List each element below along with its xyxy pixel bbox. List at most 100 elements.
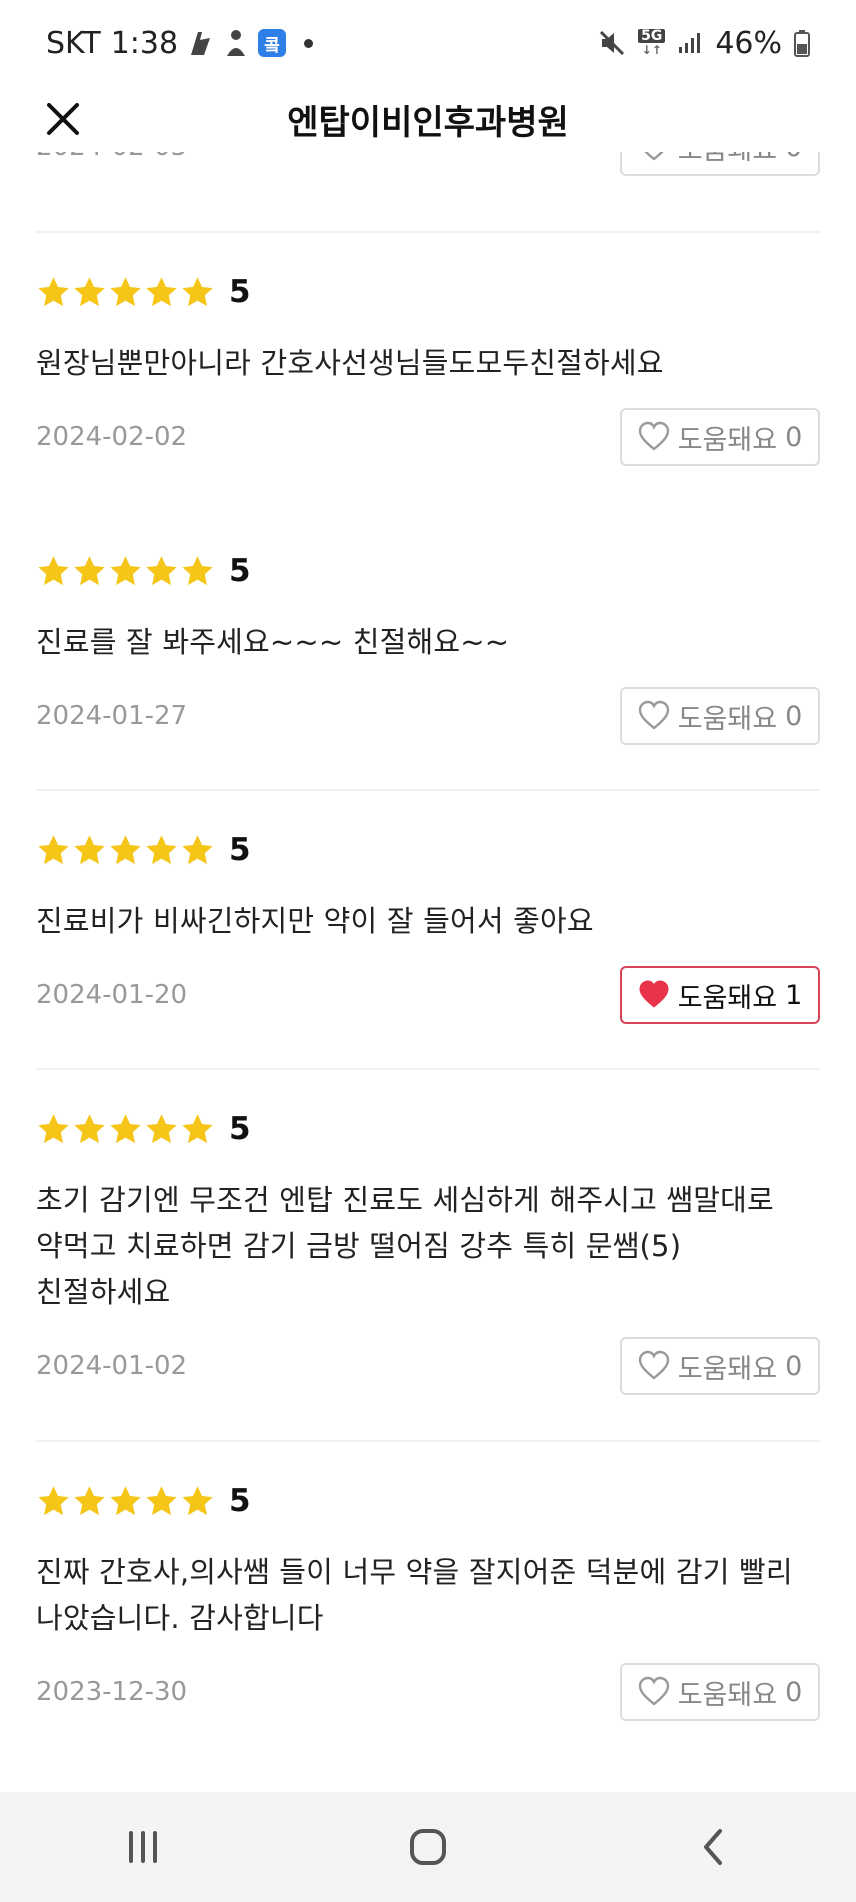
star-icon (38, 1113, 69, 1143)
heart-filled-icon (639, 980, 669, 1008)
heart-outline-icon (644, 152, 664, 161)
helpful-label: 도움돼요 (677, 424, 778, 456)
rating-row: 5 (36, 828, 820, 872)
review-date: 2024-01-20 (36, 980, 188, 1010)
star-icon (110, 834, 141, 864)
review-item: 5 진료비가 비싸긴하지만 약이 잘 들어서 좋아요 2024-01-20 도움… (36, 828, 820, 1024)
rating-row: 5 (36, 1107, 820, 1151)
person-icon (224, 28, 248, 58)
helpful-count: 0 (785, 1676, 803, 1708)
helpful-count: 0 (785, 421, 803, 453)
page-title: 엔탑이비인후과병원 (287, 102, 569, 143)
review-list[interactable]: 2024-02-03 도움돼요 0 5 원장님뿐만아니라 간호사선생님들도모두친… (0, 152, 856, 1792)
star-icon (182, 1485, 213, 1515)
star-rating (36, 1484, 215, 1519)
star-icon (146, 276, 177, 306)
rating-score: 5 (229, 553, 251, 589)
rating-row: 5 (36, 270, 820, 314)
star-icon (110, 1113, 141, 1143)
recent-apps-button[interactable] (103, 1807, 183, 1887)
star-icon (146, 555, 177, 585)
review-meta: 2024-01-02 도움돼요 0 (36, 1335, 820, 1397)
status-right: 5G ↓↑ 46% (598, 26, 810, 61)
review-text: 진료비가 비싸긴하지만 약이 잘 들어서 좋아요 (36, 904, 594, 938)
mute-icon (598, 29, 626, 57)
star-icon (38, 276, 69, 306)
heart-outline-icon (638, 1350, 669, 1380)
5g-icon: 5G ↓↑ (638, 29, 666, 57)
star-icon (38, 834, 69, 864)
helpful-button[interactable]: 도움돼요 0 (620, 408, 820, 466)
review-item: 5 진짜 간호사,의사쌤 들이 너무 약을 잘지어준 덕분에 감기 빨리 나았습… (36, 1479, 820, 1721)
review-item: 5 초기 감기엔 무조건 엔탑 진료도 세심하게 해주시고 쌤말대로 약먹고 치… (36, 1107, 820, 1395)
star-icon (110, 555, 141, 585)
review-meta: 2024-01-27 도움돼요 0 (36, 685, 820, 747)
rating-score: 5 (229, 1111, 251, 1147)
review-date: 2023-12-30 (36, 1677, 188, 1707)
helpful-button[interactable]: 도움돼요 0 (620, 1337, 820, 1395)
divider (36, 1068, 820, 1070)
back-button[interactable] (673, 1807, 753, 1887)
review-date: 2024-01-27 (36, 701, 188, 731)
star-icon (182, 276, 213, 306)
helpful-count: 0 (785, 700, 803, 732)
star-icon (74, 1113, 105, 1143)
rating-row: 5 (36, 549, 820, 593)
rating-score: 5 (229, 274, 251, 310)
star-rating (36, 833, 215, 868)
rating-score: 5 (229, 1483, 251, 1519)
review-meta: 2024-02-02 도움돼요 0 (36, 406, 820, 468)
helpful-label: 도움돼요 (677, 982, 778, 1014)
helpful-button[interactable]: 도움돼요 0 (620, 687, 820, 745)
helpful-label: 도움돼요 (677, 1353, 778, 1385)
star-icon (74, 834, 105, 864)
more-notifications-dot (304, 38, 314, 48)
battery-percent: 46% (715, 25, 782, 61)
battery-icon (794, 29, 810, 57)
notification-icon (188, 28, 214, 58)
review-text: 진짜 간호사,의사쌤 들이 너무 약을 잘지어준 덕분에 감기 빨리 나았습니다… (36, 1555, 793, 1635)
star-rating (36, 1112, 215, 1147)
network-label: 5G (638, 29, 666, 43)
status-left: SKT 1:38 콬 (46, 25, 314, 61)
review-item: 5 원장님뿐만아니라 간호사선생님들도모두친절하세요 2024-02-02 도움… (36, 270, 820, 466)
back-icon[interactable] (698, 1827, 728, 1867)
review-date: 2024-02-02 (36, 422, 188, 452)
rating-row: 5 (36, 1479, 820, 1523)
status-time: 1:38 (110, 25, 179, 61)
recent-apps-icon[interactable] (123, 1829, 163, 1865)
star-icon (182, 555, 213, 585)
star-icon (146, 834, 177, 864)
home-icon[interactable] (408, 1827, 448, 1867)
helpful-count: 0 (785, 152, 802, 163)
star-icon (38, 1485, 69, 1515)
divider (36, 1440, 820, 1442)
heart-outline-icon (638, 700, 669, 730)
divider (36, 789, 820, 791)
partial-review-meta: 2024-02-03 도움돼요 0 (36, 152, 820, 178)
heart-outline-icon (638, 1676, 669, 1706)
star-rating (36, 275, 215, 310)
divider (36, 231, 820, 233)
helpful-label: 도움돼요 (677, 703, 778, 735)
status-bar: SKT 1:38 콬 5G ↓↑ 46% (0, 0, 856, 86)
helpful-button[interactable]: 도움돼요 0 (620, 1663, 820, 1721)
helpful-button[interactable]: 도움돼요 0 (620, 152, 820, 176)
review-date: 2024-02-03 (36, 152, 187, 162)
app-icon: 콬 (258, 29, 287, 57)
star-icon (74, 555, 105, 585)
review-date: 2024-01-02 (36, 1351, 188, 1381)
star-icon (110, 276, 141, 306)
system-nav-bar (0, 1792, 856, 1902)
helpful-label: 도움돼요 (678, 152, 777, 167)
star-icon (38, 555, 69, 585)
close-button[interactable] (40, 96, 86, 142)
close-icon[interactable] (45, 101, 81, 137)
home-button[interactable] (388, 1807, 468, 1887)
heart-outline-icon (638, 421, 669, 451)
carrier-label: SKT (46, 25, 101, 61)
star-icon (146, 1113, 177, 1143)
signal-icon (677, 31, 703, 55)
helpful-button[interactable]: 도움돼요 1 (620, 966, 820, 1024)
review-meta: 2023-12-30 도움돼요 0 (36, 1661, 820, 1723)
